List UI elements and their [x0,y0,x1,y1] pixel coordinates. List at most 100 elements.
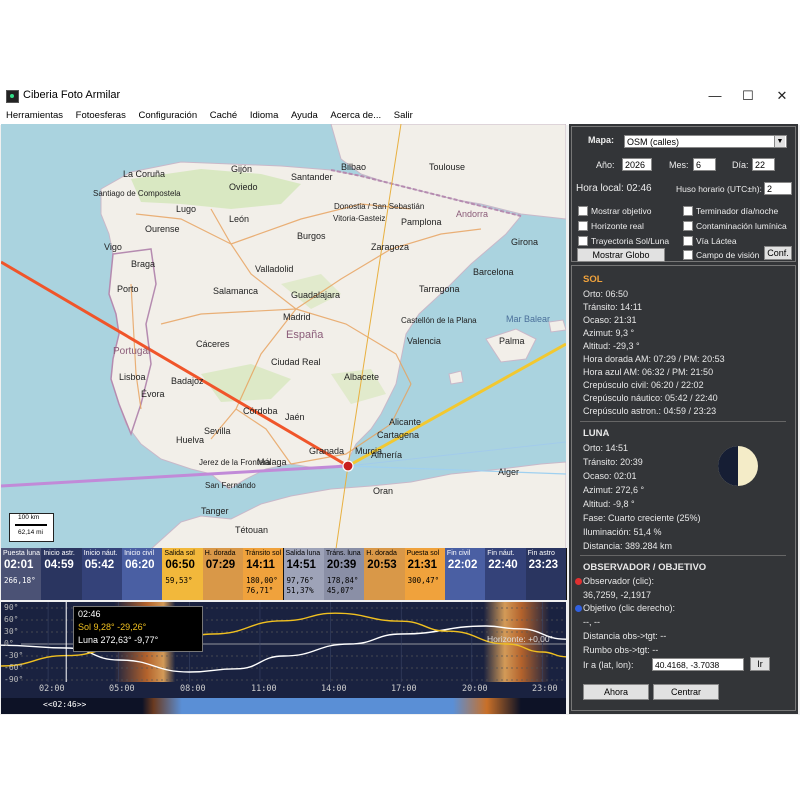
event-time: 14:11 [246,559,275,571]
check-label: Horizonte real [591,221,644,231]
bearing-label: Rumbo obs->tgt: -- [583,645,659,655]
checkbox[interactable] [683,206,693,216]
title-bar[interactable]: Ciberia Foto Armilar — ☐ ✕ [0,85,800,107]
timeline-event[interactable]: Puesta luna 02:01 266,18° [1,548,43,600]
event-value: 45,07° [326,586,354,595]
app-logo-icon [6,90,19,103]
show-globe-button[interactable]: Mostrar Globo [577,248,665,262]
timeline-event[interactable]: Tráns. luna 20:39 178,84° 45,07° [323,548,366,600]
go-button[interactable]: Ir [750,657,770,671]
city-label: Bilbao [341,162,367,172]
timeline-event[interactable]: Salida sol 06:50 59,53° [162,548,204,600]
check-label: Contaminación lumínica [696,221,787,231]
event-value: 178,84° [326,576,359,585]
country-label: Portugal [113,346,151,357]
goto-input[interactable]: 40.4168, -3.7038 [652,658,744,671]
event-value: 76,71° [246,586,274,595]
event-label: Tráns. luna [325,550,361,557]
x-tick-label: 17:00 [391,684,417,694]
year-input[interactable]: 2026 [622,158,652,171]
moon-row: Ocaso: 02:01 [583,471,637,481]
city-label: Girona [511,237,539,247]
check-label: Vía Láctea [696,236,737,246]
city-label: Lisboa [119,372,146,382]
checkbox[interactable] [683,236,693,246]
day-input[interactable]: 22 [752,158,775,171]
sun-row: Ocaso: 21:31 [583,315,637,325]
timeline-event[interactable]: Puesta sol 21:31 300,47° [404,548,446,600]
timeline-event[interactable]: Inicio astr. 04:59 [41,548,83,600]
menorca-land [548,319,566,333]
minimize-button[interactable]: — [698,85,732,107]
city-label: Ourense [145,224,180,234]
menu-fotoesferas[interactable]: Fotoesferas [71,107,131,125]
checkbox[interactable] [683,221,693,231]
time-nav[interactable]: <<02:46>> [43,700,86,709]
map-view[interactable]: Portugal España Andorra Mar Balear La Co… [1,124,566,549]
checkbox[interactable] [683,250,693,260]
menu-cache[interactable]: Caché [205,107,242,125]
event-label: Tránsito sol [245,550,282,557]
timeline-event[interactable]: H. dorada 20:53 [364,548,406,600]
menu-configuracion[interactable]: Configuración [133,107,202,125]
city-label: Alicante [389,417,422,427]
timeline-event[interactable]: H. dorada 07:29 [202,548,245,600]
x-tick-label: 05:00 [109,684,135,694]
scale-mi-label: 62,14 mi [18,529,43,536]
map-select[interactable]: OSM (calles) ▼ [624,135,787,148]
menu-salir[interactable]: Salir [389,107,418,125]
city-label: Salamanca [213,286,259,296]
time-scrubber[interactable]: <<02:46>> [1,698,566,714]
close-button[interactable]: ✕ [765,85,799,107]
ibiza-land [448,370,464,385]
month-input[interactable]: 6 [693,158,716,171]
tz-input[interactable]: 2 [764,182,792,195]
city-label: Albacete [344,372,380,382]
timeline-event[interactable]: Tránsito sol 14:11 180,00° 76,71° [243,548,285,600]
window-title: Ciberia Foto Armilar [23,89,121,101]
goto-label: Ir a (lat, lon): [583,660,634,670]
observer-marker [342,460,354,472]
menu-idioma[interactable]: Idioma [245,107,284,125]
city-label: Palma [499,336,525,346]
timeline-event[interactable]: Fin civil 22:02 [444,548,487,600]
now-button[interactable]: Ahora [583,684,649,700]
timeline-event[interactable]: Inicio náut. 05:42 [81,548,124,600]
x-tick-label: 20:00 [462,684,488,694]
y-tick-label: -30° [4,651,24,660]
conf-button[interactable]: Conf. [764,246,792,260]
country-label: Andorra [456,209,489,219]
checkbox[interactable] [578,236,588,246]
maximize-button[interactable]: ☐ [731,85,765,107]
menu-acerca[interactable]: Acerca de... [325,107,386,125]
timeline-event[interactable]: Fin astro 23:23 [525,548,567,600]
app-window: Ciberia Foto Armilar — ☐ ✕ Herramientas … [0,85,800,715]
checkbox[interactable] [578,221,588,231]
sun-row: Crepúsculo astron.: 04:59 / 23:23 [583,406,717,416]
chevron-down-icon[interactable]: ▼ [774,136,785,147]
event-value: 180,00° [246,576,278,585]
menu-ayuda[interactable]: Ayuda [286,107,323,125]
menu-herramientas[interactable]: Herramientas [0,107,68,125]
checkbox[interactable] [578,206,588,216]
center-button[interactable]: Centrar [653,684,719,700]
city-label: Santiago de Compostela [93,189,181,198]
city-label: Santander [291,172,333,182]
divider [580,421,786,422]
city-label: Tanger [201,506,229,516]
city-label: León [229,214,250,224]
altitude-graph[interactable]: 90° 60° 30° 0° -30° -60° -90° 02:00 05:0… [1,602,566,714]
event-time: 02:01 [4,559,34,571]
city-label: Lugo [176,204,197,214]
timeline-event[interactable]: Inicio civil 06:20 [122,548,164,600]
timeline-event[interactable]: Salida luna 14:51 97,76° 51,37% [283,548,325,600]
city-label: Madrid [283,312,311,322]
city-label: Donostia / San Sebastián [334,202,425,211]
graph-tooltip: 02:46 Sol 9,28° -29,26° Luna 272,63° -9,… [73,606,203,652]
moon-title: LUNA [583,428,610,439]
event-label: Puesta luna [3,550,40,557]
moon-phase-icon [718,446,758,486]
event-time: 07:29 [205,559,236,571]
timeline-event[interactable]: Fin náut. 22:40 [485,548,527,600]
city-label: Sevilla [204,426,231,436]
